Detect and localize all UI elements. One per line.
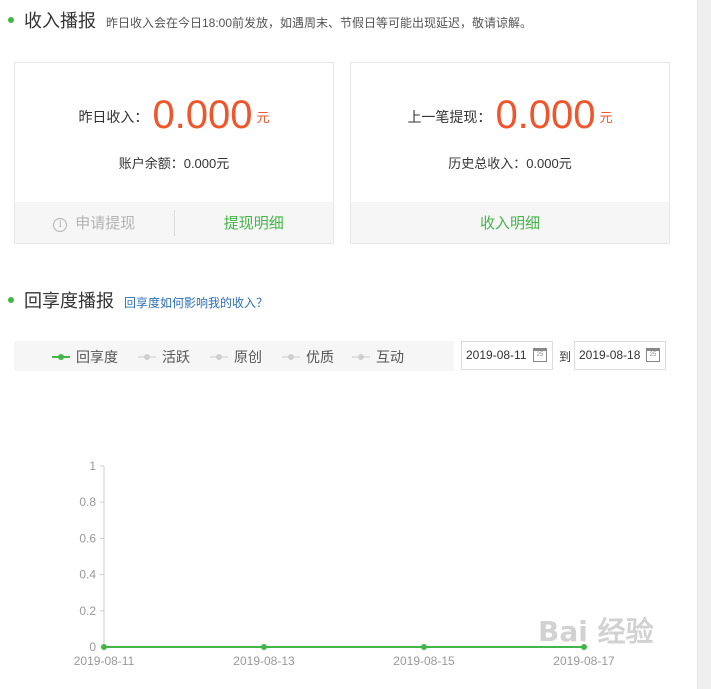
last-withdraw-value: 0.000	[495, 93, 596, 137]
legend-label: 回享度	[76, 349, 118, 365]
y-tick-label: 0.8	[79, 495, 96, 509]
withdraw-card-footer: 收入明细	[351, 202, 669, 243]
end-date-input[interactable]: 2019-08-18 25	[574, 341, 666, 370]
last-withdraw-unit: 元	[599, 110, 613, 125]
section-dot-icon	[8, 297, 14, 303]
last-withdraw-card: 上一笔提现： 0.000 元 历史总收入：0.000元 收入明细	[350, 62, 670, 244]
enjoy-help-link[interactable]: 回享度如何影响我的收入？	[124, 294, 268, 311]
y-tick-label: 1	[89, 459, 96, 473]
x-tick-label: 2019-08-17	[553, 654, 615, 668]
enjoy-section-header: 回享度播报 回享度如何影响我的收入？	[8, 287, 268, 313]
last-withdraw-row: 上一笔提现： 0.000 元	[351, 93, 669, 138]
calendar-icon[interactable]: 25	[533, 348, 547, 362]
yesterday-income-row: 昨日收入： 0.000 元	[15, 93, 333, 138]
legend-item-quality[interactable]: 优质	[282, 347, 334, 367]
x-tick-label: 2019-08-15	[393, 654, 455, 668]
start-date-input[interactable]: 2019-08-11 25	[461, 341, 553, 370]
yesterday-income-value: 0.000	[152, 93, 253, 137]
info-icon: i	[53, 218, 68, 232]
income-section-header: 收入播报 昨日收入会在今日18:00前发放，如遇周末、节假日等可能出现延迟，敬请…	[8, 7, 532, 33]
legend-line-icon	[52, 352, 70, 362]
baidu-watermark: Bai 经验	[538, 615, 654, 648]
legend-item-original[interactable]: 原创	[210, 347, 262, 367]
yesterday-card-footer: i 申请提现 提现明细	[15, 202, 333, 243]
x-tick-label: 2019-08-11	[74, 654, 135, 668]
apply-withdraw-label: 申请提现	[75, 215, 136, 232]
withdraw-detail-link[interactable]: 提现明细	[175, 212, 334, 233]
start-date-value: 2019-08-11	[466, 348, 527, 362]
yesterday-income-card: 昨日收入： 0.000 元 账户余额：0.000元 i 申请提现 提现明细	[14, 62, 334, 244]
x-tick-label: 2019-08-13	[233, 654, 295, 668]
legend-line-icon	[352, 352, 370, 362]
yesterday-income-label: 昨日收入：	[78, 109, 149, 125]
y-tick-label: 0.6	[79, 531, 96, 545]
data-point	[421, 644, 427, 650]
legend-item-enjoy[interactable]: 回享度	[52, 347, 118, 367]
legend-label: 活跃	[162, 349, 190, 365]
income-section-title: 收入播报	[24, 11, 96, 31]
legend-label: 原创	[234, 349, 262, 365]
data-point	[261, 644, 267, 650]
y-tick-label: 0.2	[79, 604, 96, 618]
section-dot-icon	[8, 17, 14, 23]
legend-item-interaction[interactable]: 互动	[352, 347, 404, 367]
last-withdraw-label: 上一笔提现：	[407, 109, 492, 125]
chart-plot-area: 0 0.2 0.4 0.6 0.8 1 2019-08-11 2019-08-13 2019-0…	[74, 459, 615, 668]
data-point	[101, 644, 107, 650]
calendar-icon[interactable]: 25	[646, 348, 660, 362]
end-date-value: 2019-08-18	[579, 348, 641, 362]
total-income-text: 历史总收入：0.000元	[448, 156, 572, 171]
chart-legend-bar: 回享度 活跃 原创 优质 互动	[14, 341, 454, 371]
legend-line-icon	[138, 352, 156, 362]
y-tick-label: 0.4	[79, 568, 96, 582]
legend-item-active[interactable]: 活跃	[138, 347, 190, 367]
legend-label: 优质	[306, 349, 334, 365]
legend-label: 互动	[376, 349, 404, 365]
legend-line-icon	[282, 352, 300, 362]
income-section-note: 昨日收入会在今日18:00前发放，如遇周末、节假日等可能出现延迟，敬请谅解。	[106, 16, 533, 30]
income-detail-link[interactable]: 收入明细	[351, 212, 669, 233]
yesterday-income-unit: 元	[256, 110, 270, 125]
account-balance-text: 账户余额：0.000元	[118, 156, 230, 171]
y-tick-label: 0	[89, 640, 96, 654]
apply-withdraw-button[interactable]: i 申请提现	[15, 212, 174, 233]
enjoy-section-title: 回享度播报	[24, 291, 114, 311]
date-separator: 到	[559, 350, 572, 364]
legend-line-icon	[210, 352, 228, 362]
